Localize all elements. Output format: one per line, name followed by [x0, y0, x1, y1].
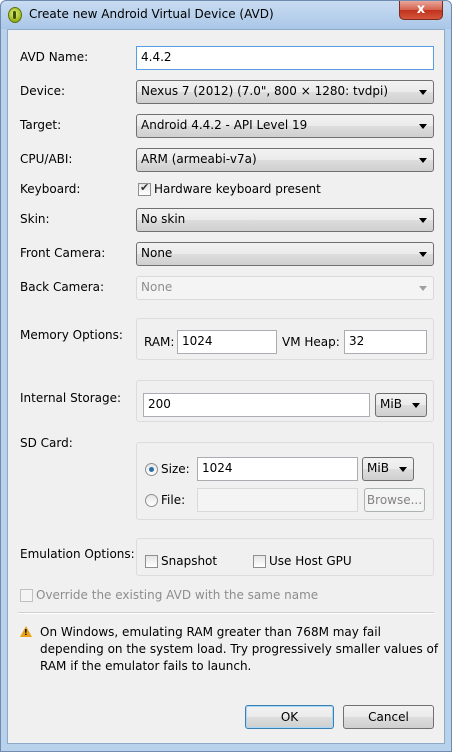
chevron-down-icon	[419, 252, 427, 257]
memory-options-group: RAM: 1024 VM Heap: 32	[136, 318, 434, 360]
vm-heap-label: VM Heap:	[282, 335, 340, 349]
avd-name-input[interactable]: 4.4.2	[136, 46, 434, 70]
snapshot-checkbox[interactable]	[145, 555, 158, 568]
sd-size-label: Size:	[161, 462, 190, 476]
dialog-client-area: AVD Name: 4.4.2 Device: Nexus 7 (2012) (…	[7, 29, 445, 744]
snapshot-label: Snapshot	[161, 554, 218, 568]
override-avd-label: Override the existing AVD with the same …	[36, 588, 319, 602]
sd-card-group: Size: 1024 MiB File: Browse...	[136, 442, 434, 520]
device-label: Device:	[20, 84, 66, 98]
hardware-keyboard-checkbox[interactable]	[138, 181, 151, 196]
chevron-down-icon	[419, 286, 427, 291]
cpu-abi-select[interactable]: ARM (armeabi-v7a)	[136, 148, 434, 172]
cpu-abi-select-value: ARM (armeabi-v7a)	[141, 152, 257, 166]
warning-line-1: On Windows, emulating RAM greater than 7…	[40, 625, 381, 639]
skin-select[interactable]: No skin	[136, 208, 434, 232]
chevron-down-icon	[419, 218, 427, 223]
use-host-gpu-label: Use Host GPU	[269, 554, 352, 568]
sd-size-unit-value: MiB	[367, 461, 389, 475]
device-select[interactable]: Nexus 7 (2012) (7.0", 800 × 1280: tvdpi)	[136, 80, 434, 104]
cancel-button[interactable]: Cancel	[343, 705, 434, 729]
browse-button[interactable]: Browse...	[364, 488, 425, 512]
back-camera-select[interactable]: None	[136, 276, 434, 300]
chevron-down-icon	[419, 158, 427, 163]
target-select[interactable]: Android 4.4.2 - API Level 19	[136, 114, 434, 138]
avd-dialog-window: Create new Android Virtual Device (AVD) …	[0, 0, 452, 752]
avd-name-label: AVD Name:	[20, 50, 89, 64]
sd-size-radio[interactable]	[145, 463, 158, 476]
warning-icon: !	[20, 626, 32, 637]
divider	[18, 612, 434, 614]
internal-storage-input[interactable]: 200	[143, 393, 370, 417]
android-app-icon	[8, 7, 22, 23]
skin-label: Skin:	[20, 212, 50, 226]
sd-file-label: File:	[161, 493, 186, 507]
chevron-down-icon	[412, 403, 420, 408]
target-label: Target:	[20, 118, 62, 132]
sd-card-label: SD Card:	[20, 436, 73, 450]
sd-file-radio[interactable]	[145, 494, 158, 507]
chevron-down-icon	[399, 467, 407, 472]
vm-heap-input[interactable]: 32	[344, 330, 427, 354]
front-camera-label: Front Camera:	[20, 246, 106, 260]
hardware-keyboard-label: Hardware keyboard present	[154, 182, 321, 196]
internal-storage-label: Internal Storage:	[20, 391, 122, 405]
ok-button[interactable]: OK	[245, 705, 334, 729]
ram-label: RAM:	[144, 335, 175, 349]
close-button[interactable]: x	[399, 1, 443, 20]
back-camera-select-value: None	[141, 280, 173, 294]
target-select-value: Android 4.4.2 - API Level 19	[141, 118, 308, 132]
sd-size-input[interactable]: 1024	[197, 457, 358, 481]
emulation-options-label: Emulation Options:	[20, 547, 135, 561]
override-avd-checkbox[interactable]	[20, 589, 33, 602]
sd-file-input[interactable]	[197, 488, 358, 512]
use-host-gpu-checkbox[interactable]	[253, 555, 266, 568]
emulation-options-group: Snapshot Use Host GPU	[136, 538, 434, 576]
chevron-down-icon	[419, 90, 427, 95]
sd-size-unit-select[interactable]: MiB	[362, 457, 414, 481]
skin-select-value: No skin	[141, 212, 186, 226]
warning-line-2: depending on the system load. Try progre…	[40, 642, 439, 656]
cpu-abi-label: CPU/ABI:	[20, 152, 73, 166]
back-camera-label: Back Camera:	[20, 280, 105, 294]
front-camera-select[interactable]: None	[136, 242, 434, 266]
chevron-down-icon	[419, 124, 427, 129]
title-bar[interactable]: Create new Android Virtual Device (AVD) …	[1, 1, 451, 29]
front-camera-select-value: None	[141, 246, 173, 260]
memory-options-label: Memory Options:	[20, 328, 123, 342]
internal-storage-group: 200 MiB	[136, 380, 434, 422]
internal-storage-unit-select[interactable]: MiB	[375, 393, 427, 417]
window-title: Create new Android Virtual Device (AVD)	[29, 7, 274, 21]
internal-storage-unit-value: MiB	[380, 397, 402, 411]
warning-line-3: RAM if the emulator fails to launch.	[40, 659, 252, 673]
ram-input[interactable]: 1024	[177, 330, 277, 354]
keyboard-label: Keyboard:	[20, 182, 81, 196]
device-select-value: Nexus 7 (2012) (7.0", 800 × 1280: tvdpi)	[141, 84, 389, 98]
